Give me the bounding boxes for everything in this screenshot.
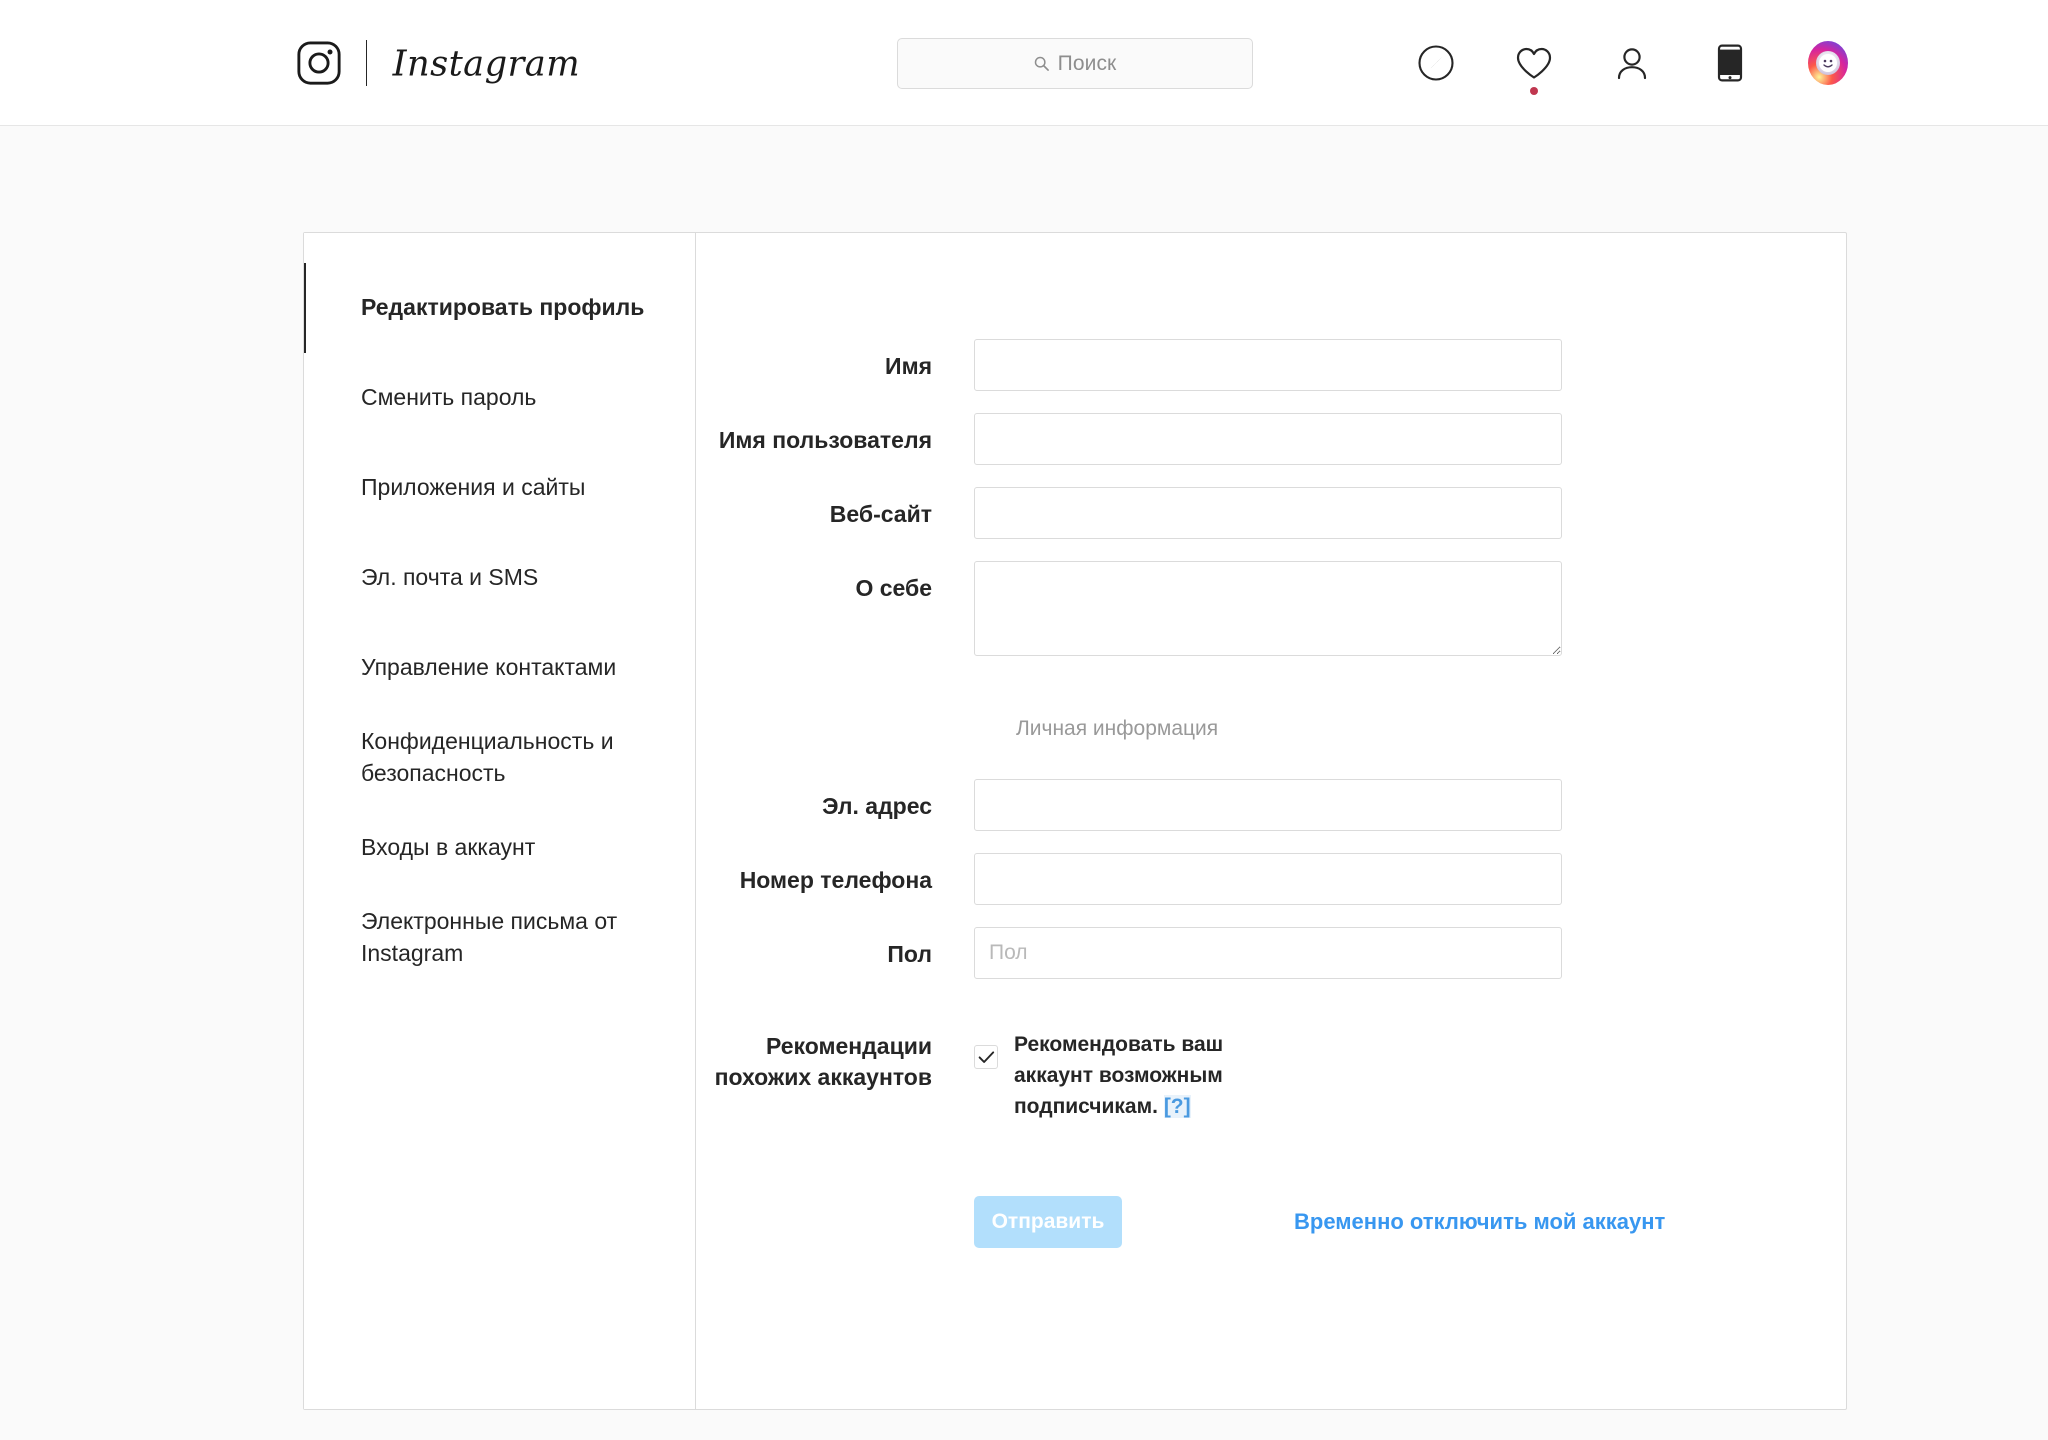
nav-mobile-app-button[interactable] [1710, 43, 1750, 83]
sidebar-item-login-activity[interactable]: Входы в аккаунт [304, 803, 695, 893]
form-row-name: Имя [696, 339, 1846, 391]
edit-profile-form: Имя Имя пользователя Веб-сайт О себе Лич… [696, 233, 1846, 1249]
sidebar-item-privacy-and-security[interactable]: Конфиденциальность и безопасность [304, 713, 695, 803]
submit-button[interactable]: Отправить [974, 1196, 1122, 1249]
compass-icon [1418, 45, 1454, 81]
similar-accounts-label: Рекомендации похожих аккаунтов [714, 1033, 932, 1090]
email-input[interactable] [974, 779, 1562, 831]
website-label: Веб-сайт [829, 501, 932, 527]
email-label: Эл. адрес [822, 793, 932, 819]
search-bar[interactable]: Поиск [897, 38, 1253, 89]
checkmark-icon [978, 1050, 994, 1063]
person-icon [1617, 48, 1647, 80]
disable-account-link[interactable]: Временно отключить мой аккаунт [1294, 1209, 1665, 1235]
gender-control [974, 927, 1562, 979]
website-control [974, 487, 1562, 539]
form-row-phone: Номер телефона [696, 853, 1846, 905]
brand-logo[interactable]: Instagram [296, 37, 609, 89]
name-control [974, 339, 1562, 391]
header-inner: Instagram Поиск [0, 0, 2048, 125]
username-control [974, 413, 1562, 465]
similar-accounts-description: Рекомендовать ваш аккаунт возможным подп… [1014, 1029, 1264, 1122]
sidebar-item-label: Электронные письма от Instagram [361, 908, 618, 966]
email-control [974, 779, 1562, 831]
sidebar-item-label: Эл. почта и SMS [361, 564, 539, 591]
instagram-wordmark: Instagram [392, 43, 580, 84]
form-row-similar-account-suggestions: Рекомендации похожих аккаунтов Рекомендо… [696, 1017, 1846, 1122]
header-nav [1416, 0, 1848, 126]
gender-label: Пол [887, 941, 932, 967]
phone-icon [1717, 44, 1743, 82]
sidebar-item-emails-from-instagram[interactable]: Электронные письма от Instagram [304, 893, 695, 983]
sidebar-item-change-password[interactable]: Сменить пароль [304, 353, 695, 443]
sidebar-item-label: Сменить пароль [361, 384, 537, 411]
activity-notification-dot [1530, 87, 1538, 95]
brand-divider [366, 39, 367, 86]
settings-card: Редактировать профиль Сменить пароль При… [303, 232, 1847, 1410]
avatar[interactable] [1808, 41, 1848, 85]
form-row-bio: О себе [696, 561, 1846, 656]
phone-label: Номер телефона [739, 867, 932, 893]
gender-input[interactable] [974, 927, 1562, 979]
bio-control [974, 561, 1562, 656]
sidebar-item-email-and-sms[interactable]: Эл. почта и SMS [304, 533, 695, 623]
page-body: Редактировать профиль Сменить пароль При… [0, 126, 2048, 1440]
sidebar-item-edit-profile[interactable]: Редактировать профиль [304, 263, 695, 353]
sidebar-item-manage-contacts[interactable]: Управление контактами [304, 623, 695, 713]
form-row-website: Веб-сайт [696, 487, 1846, 539]
similar-accounts-control: Рекомендовать ваш аккаунт возможным подп… [974, 1017, 1264, 1122]
form-row-email: Эл. адрес [696, 779, 1846, 831]
similar-accounts-checkbox[interactable] [974, 1045, 998, 1069]
nav-explore-button[interactable] [1416, 43, 1456, 83]
phone-control [974, 853, 1562, 905]
nav-avatar-button[interactable] [1808, 41, 1848, 85]
form-row-username: Имя пользователя [696, 413, 1846, 465]
sidebar-item-label: Приложения и сайты [361, 474, 586, 501]
search-placeholder-text: Поиск [1057, 52, 1117, 75]
personal-info-section: Личная информация [696, 718, 1846, 739]
bio-textarea[interactable] [974, 561, 1562, 656]
sidebar-item-label: Конфиденциальность и безопасность [361, 728, 614, 786]
sidebar-item-label: Входы в аккаунт [361, 834, 536, 861]
sidebar-item-apps-and-websites[interactable]: Приложения и сайты [304, 443, 695, 533]
instagram-camera-icon [297, 40, 341, 85]
heart-icon [1516, 47, 1552, 79]
phone-input[interactable] [974, 853, 1562, 905]
search-icon [1034, 56, 1049, 71]
username-input[interactable] [974, 413, 1562, 465]
svg-text:Instagram: Instagram [392, 43, 580, 84]
website-input[interactable] [974, 487, 1562, 539]
username-label: Имя пользователя [718, 427, 932, 453]
bio-label: О себе [855, 575, 932, 601]
settings-sidebar: Редактировать профиль Сменить пароль При… [304, 233, 696, 1409]
sidebar-item-label: Редактировать профиль [361, 294, 645, 321]
similar-accounts-description-text: Рекомендовать ваш аккаунт возможным подп… [1014, 1033, 1224, 1119]
form-actions: Отправить Временно отключить мой аккаунт [696, 1196, 1846, 1249]
search-input[interactable]: Поиск [897, 38, 1253, 89]
sidebar-item-label: Управление контактами [361, 654, 617, 681]
name-label: Имя [885, 353, 932, 379]
personal-info-heading: Личная информация [1016, 717, 1219, 740]
nav-activity-button[interactable] [1514, 43, 1554, 95]
nav-profile-button[interactable] [1612, 43, 1652, 83]
form-row-gender: Пол [696, 927, 1846, 979]
name-input[interactable] [974, 339, 1562, 391]
similar-accounts-help-link[interactable]: [?] [1163, 1095, 1191, 1119]
site-header: Instagram Поиск [0, 0, 2048, 126]
settings-main-panel: Имя Имя пользователя Веб-сайт О себе Лич… [696, 233, 1846, 1409]
avatar-image [1816, 51, 1840, 75]
